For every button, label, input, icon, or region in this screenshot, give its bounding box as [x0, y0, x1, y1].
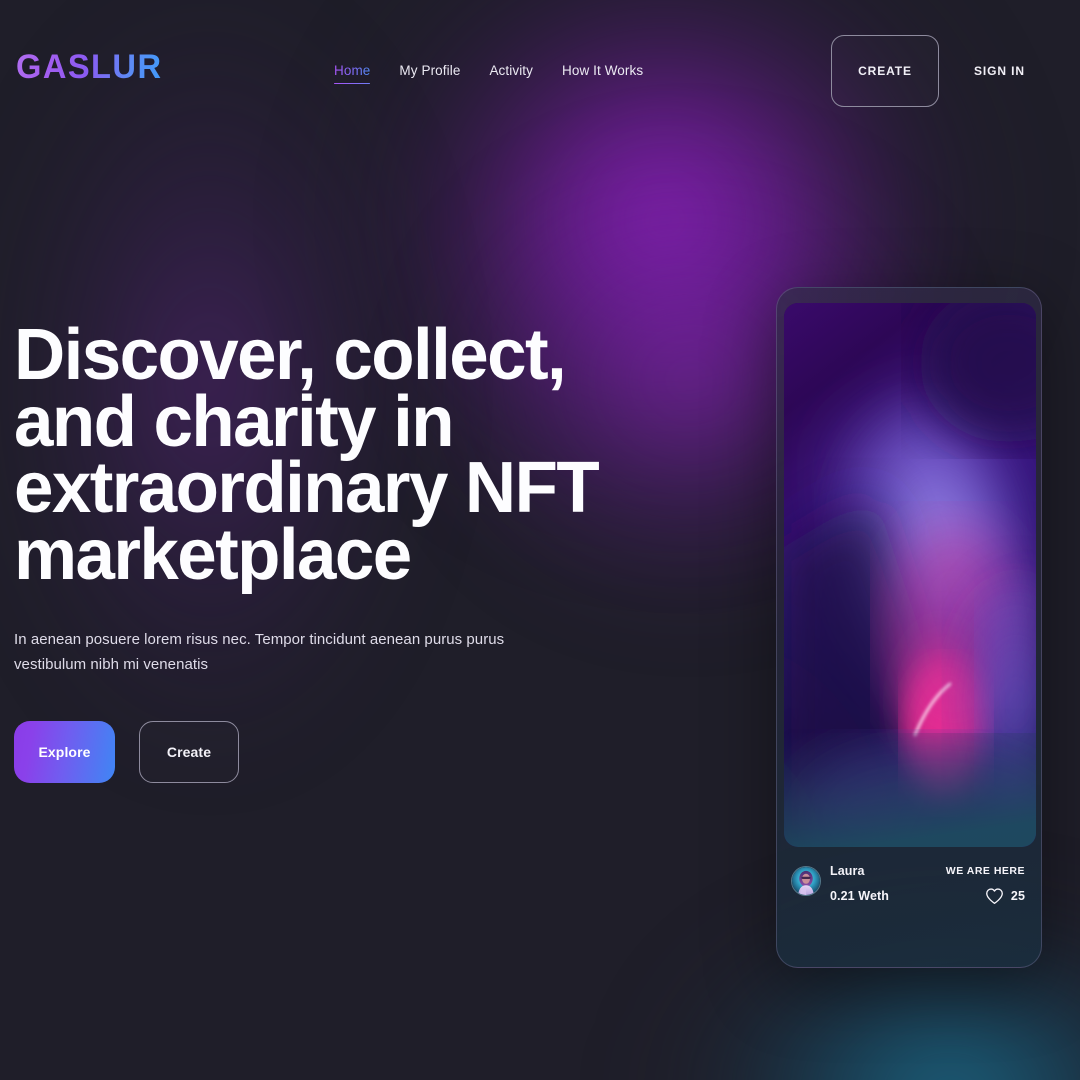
headline-line-3: extraordinary NFT	[14, 448, 600, 529]
heart-icon[interactable]	[985, 887, 1004, 905]
header-create-button[interactable]: CREATE	[831, 35, 939, 107]
nft-artwork	[784, 303, 1036, 847]
main-navigation: Home My Profile Activity How It Works	[334, 63, 643, 84]
hero-section: Discover, collect, and charity in extrao…	[14, 315, 600, 783]
brand-logo[interactable]: GASLUR	[16, 50, 162, 84]
hero-subheadline: In aenean posuere lorem risus nec. Tempo…	[14, 631, 505, 673]
page-root: GASLUR Home My Profile Activity How It W…	[0, 0, 1080, 1080]
nft-price: 0.21 Weth	[830, 889, 890, 904]
nft-status-block: WE ARE HERE 25	[946, 862, 1025, 905]
headline-line-1: Discover, collect,	[14, 315, 567, 395]
avatar	[791, 866, 821, 896]
nav-item-home[interactable]: Home	[334, 63, 371, 84]
hero-cta-row: Explore Create	[14, 720, 574, 783]
nav-item-activity[interactable]: Activity	[489, 63, 533, 84]
site-header: GASLUR Home My Profile Activity How It W…	[0, 0, 1080, 118]
header-create-label: CREATE	[858, 64, 912, 78]
nft-card[interactable]: Laura 0.21 Weth WE ARE HERE 25	[776, 287, 1042, 968]
nft-like-control[interactable]: 25	[985, 887, 1025, 905]
sign-in-button[interactable]: SIGN IN	[974, 64, 1025, 78]
nft-creator-name: Laura	[830, 864, 865, 878]
headline-line-2: and charity in	[14, 381, 455, 462]
status-badge: WE ARE HERE	[945, 865, 1025, 877]
nft-card-meta: Laura 0.21 Weth WE ARE HERE 25	[777, 862, 1041, 934]
nav-item-how-it-works[interactable]: How It Works	[562, 63, 643, 84]
nft-creator-block: Laura 0.21 Weth	[791, 862, 889, 903]
like-count: 25	[1010, 889, 1025, 903]
nav-item-my-profile[interactable]: My Profile	[399, 63, 460, 84]
page-title: Discover, collect, and charity in extrao…	[14, 315, 600, 595]
headline-line-4: marketplace	[14, 514, 412, 595]
create-button[interactable]: Create	[139, 720, 239, 783]
explore-button[interactable]: Explore	[14, 720, 115, 783]
